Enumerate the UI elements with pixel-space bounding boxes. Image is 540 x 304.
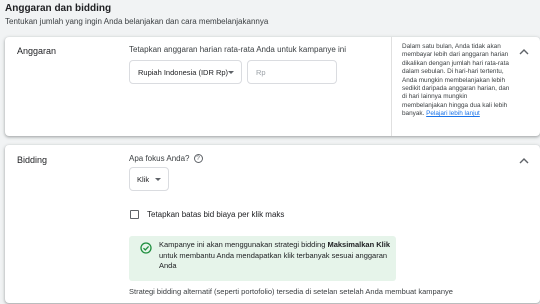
budget-label: Anggaran — [17, 46, 57, 56]
check-circle-icon — [140, 242, 152, 254]
alt-strategy-note: Strategi bidding alternatif (seperti por… — [129, 287, 453, 296]
help-divider — [391, 37, 392, 136]
page-title: Anggaran dan bidding — [5, 3, 112, 14]
dropdown-arrow-icon — [228, 71, 234, 74]
budget-card: Anggaran Tetapkan anggaran harian rata-r… — [5, 37, 540, 136]
focus-question-row: Apa fokus Anda? ? — [129, 154, 203, 163]
info-pre: Kampanye ini akan menggunakan strategi b… — [159, 240, 328, 249]
budget-amount-input[interactable]: Rp — [247, 60, 337, 84]
strategy-info-text: Kampanye ini akan menggunakan strategi b… — [159, 240, 391, 272]
learn-more-link[interactable]: Pelajari lebih lanjut — [426, 110, 480, 117]
page-subtitle: Tentukan jumlah yang ingin Anda belanjak… — [5, 17, 269, 26]
strategy-info-box: Kampanye ini akan menggunakan strategi b… — [129, 236, 396, 281]
dropdown-arrow-icon — [155, 178, 161, 181]
max-cpc-label[interactable]: Tetapkan batas bid biaya per klik maks — [147, 210, 284, 219]
chevron-up-icon[interactable] — [518, 46, 530, 58]
help-circle-icon[interactable]: ? — [193, 154, 203, 163]
info-post: untuk membantu Anda mendapatkan klik ter… — [159, 250, 388, 271]
bidding-label: Bidding — [17, 155, 48, 165]
focus-select[interactable]: Klik — [129, 167, 169, 191]
budget-help-text: Dalam satu bulan, Anda tidak akan membay… — [402, 43, 510, 119]
amount-placeholder: Rp — [256, 68, 266, 77]
bidding-card: Bidding Apa fokus Anda? ? Klik Tetapkan … — [5, 145, 540, 303]
focus-value: Klik — [137, 175, 150, 184]
budget-caption: Tetapkan anggaran harian rata-rata Anda … — [129, 45, 347, 54]
chevron-up-icon[interactable] — [518, 155, 530, 167]
currency-select[interactable]: Rupiah Indonesia (IDR Rp) — [129, 60, 242, 84]
max-cpc-checkbox[interactable] — [130, 210, 139, 219]
currency-value: Rupiah Indonesia (IDR Rp) — [138, 68, 229, 77]
budget-help-body: Dalam satu bulan, Anda tidak akan membay… — [402, 43, 510, 118]
strategy-name: Maksimalkan Klik — [327, 240, 390, 249]
focus-question: Apa fokus Anda? — [129, 154, 190, 163]
